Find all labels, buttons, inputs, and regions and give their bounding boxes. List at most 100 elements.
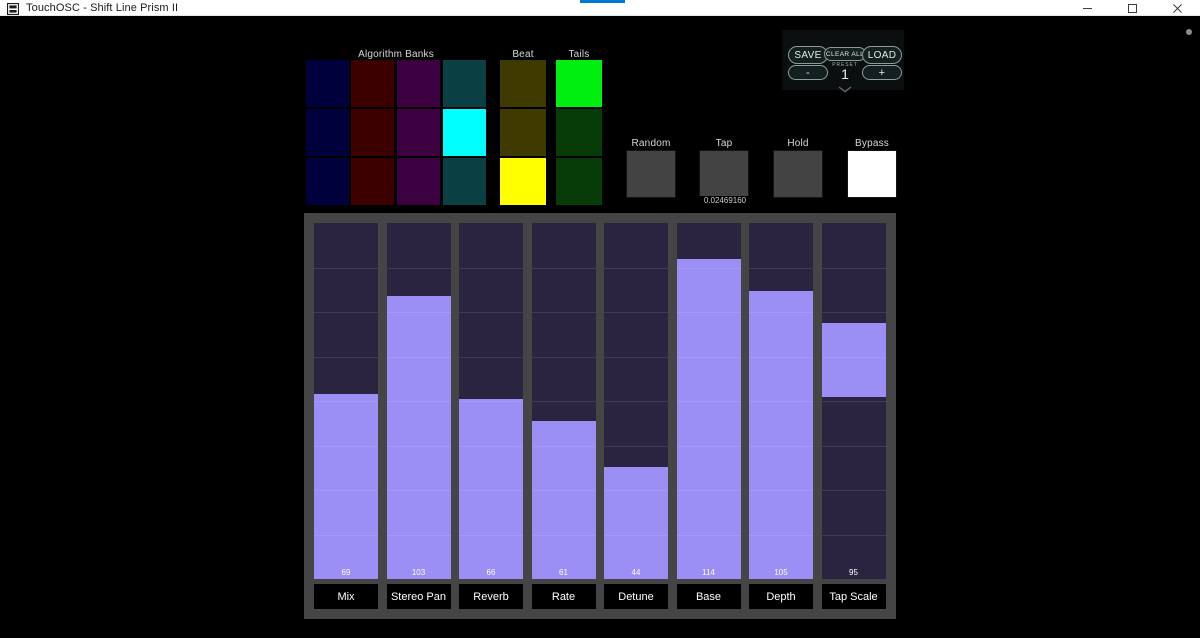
fader-track[interactable] <box>459 223 523 579</box>
fader-tick <box>459 312 523 313</box>
fader-tick <box>386 446 451 447</box>
close-icon <box>1173 3 1182 13</box>
maximize-button[interactable] <box>1110 0 1155 16</box>
fader-value: 66 <box>486 568 496 577</box>
fader-tap-scale[interactable]: 95 Tap Scale <box>821 223 886 609</box>
beat-pad-1[interactable] <box>499 59 547 108</box>
fader-base[interactable]: 114 Base <box>676 223 741 609</box>
fader-track[interactable] <box>821 223 886 579</box>
algorithm-bank-pad-r1-c3[interactable] <box>396 59 441 108</box>
window-title: TouchOSC - Shift Line Prism II <box>26 1 179 14</box>
save-button[interactable]: SAVE <box>788 46 828 64</box>
algorithm-bank-pad-r2-c2[interactable] <box>350 108 395 157</box>
fader-depth[interactable]: 105 Depth <box>749 223 813 609</box>
fader-tick <box>749 535 813 536</box>
preset-decrement-button[interactable]: - <box>788 65 828 80</box>
fader-rate[interactable]: 61 Rate <box>531 223 596 609</box>
fader-tick <box>531 357 596 358</box>
algorithm-bank-pad-r2-c3[interactable] <box>396 108 441 157</box>
status-dot <box>1186 29 1192 35</box>
fader-tick <box>604 535 668 536</box>
fader-panel: 69 Mix 103 Stereo Pan 66 Reverb 61 Rate 44 Detune… <box>304 213 896 619</box>
hold-button[interactable] <box>773 150 823 198</box>
algorithm-bank-pad-r1-c1[interactable] <box>305 59 350 108</box>
algorithm-bank-pad-r1-c4[interactable] <box>442 59 487 108</box>
load-button[interactable]: LOAD <box>862 46 902 64</box>
fader-value: 44 <box>631 568 641 577</box>
fader-fill <box>676 258 741 579</box>
algorithm-bank-pad-r3-c1[interactable] <box>305 157 350 206</box>
fader-tick <box>676 446 741 447</box>
fader-track[interactable] <box>749 223 813 579</box>
fader-fill <box>531 420 596 579</box>
tails-pad-2[interactable] <box>555 108 603 157</box>
fader-tick <box>749 312 813 313</box>
fader-tick <box>676 401 741 402</box>
fader-tick <box>459 401 523 402</box>
fader-label: Reverb <box>459 584 523 609</box>
minimize-button[interactable] <box>1065 0 1110 16</box>
fader-tick <box>821 401 886 402</box>
fader-tick <box>604 268 668 269</box>
close-button[interactable] <box>1155 0 1200 16</box>
fader-tick <box>314 268 378 269</box>
chevron-down-icon[interactable] <box>838 80 852 93</box>
beat-pad-3[interactable] <box>499 157 547 206</box>
fader-mix[interactable]: 69 Mix <box>314 223 378 609</box>
bypass-button[interactable] <box>847 150 897 198</box>
fader-label: Rate <box>531 584 596 609</box>
fader-tick <box>604 446 668 447</box>
fader-detune[interactable]: 44 Detune <box>604 223 668 609</box>
fader-tick <box>459 357 523 358</box>
window-title-bar[interactable]: TouchOSC - Shift Line Prism II <box>0 0 1200 16</box>
algorithm-bank-pad-r2-c1[interactable] <box>305 108 350 157</box>
fader-fill <box>821 322 886 398</box>
fader-tick <box>531 401 596 402</box>
fader-track[interactable] <box>604 223 668 579</box>
fader-reverb[interactable]: 66 Reverb <box>459 223 523 609</box>
beat-pad-2[interactable] <box>499 108 547 157</box>
tails-pad-3[interactable] <box>555 157 603 206</box>
random-button[interactable] <box>626 150 676 198</box>
fader-tick <box>749 357 813 358</box>
fader-tick <box>459 446 523 447</box>
algorithm-bank-pad-r2-c4[interactable] <box>442 108 487 157</box>
algorithm-bank-pad-r1-c2[interactable] <box>350 59 395 108</box>
fader-fill <box>386 295 451 579</box>
fader-tick <box>531 312 596 313</box>
fader-tick <box>604 312 668 313</box>
fader-tick <box>604 357 668 358</box>
fader-track[interactable] <box>314 223 378 579</box>
fader-label: Base <box>676 584 741 609</box>
fader-tick <box>314 312 378 313</box>
fader-value: 95 <box>849 568 858 577</box>
fader-tick <box>459 535 523 536</box>
fader-track[interactable] <box>676 223 741 579</box>
algorithm-bank-pad-r3-c2[interactable] <box>350 157 395 206</box>
fader-value: 105 <box>774 568 788 577</box>
fader-tick <box>749 490 813 491</box>
algorithm-bank-pad-r3-c4[interactable] <box>442 157 487 206</box>
window-accent-line <box>580 0 625 3</box>
fader-value: 114 <box>702 568 715 577</box>
fader-value: 103 <box>411 568 426 577</box>
tails-pad-1[interactable] <box>555 59 603 108</box>
fader-tick <box>314 535 378 536</box>
fader-tick <box>386 535 451 536</box>
tap-button[interactable] <box>699 150 749 198</box>
fader-track[interactable] <box>386 223 451 579</box>
fader-stereo-pan[interactable]: 103 Stereo Pan <box>386 223 451 609</box>
fader-tick <box>314 357 378 358</box>
window-controls <box>1065 0 1200 16</box>
action-label-random: Random <box>631 138 671 149</box>
maximize-icon <box>1128 3 1137 13</box>
fader-label: Detune <box>604 584 668 609</box>
fader-tick <box>821 312 886 313</box>
algorithm-bank-pad-r3-c3[interactable] <box>396 157 441 206</box>
fader-track[interactable] <box>531 223 596 579</box>
fader-tick <box>676 490 741 491</box>
fader-tick <box>531 268 596 269</box>
preset-increment-button[interactable]: + <box>862 65 902 80</box>
clear-all-button[interactable]: CLEAR ALL <box>824 47 866 61</box>
fader-tick <box>749 268 813 269</box>
